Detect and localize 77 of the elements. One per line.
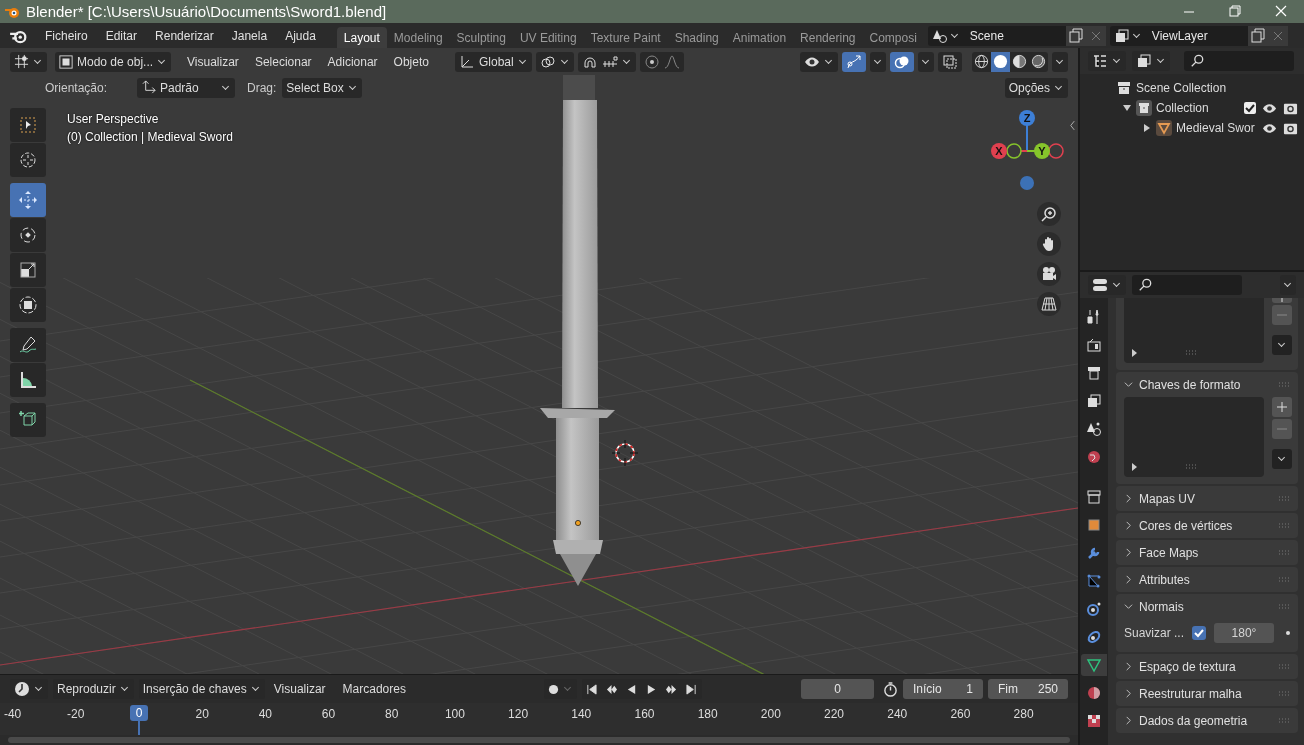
panel-header[interactable]: Normais [1116,594,1298,619]
menu-item[interactable]: Visualizar [269,682,334,697]
outliner-item[interactable]: Collection [1156,101,1209,115]
outliner-item[interactable]: Medieval Swor [1176,121,1255,135]
workspace-tab[interactable]: Layout [336,27,387,48]
menu-item[interactable]: Ajuda [276,28,325,43]
menu-item[interactable]: Marcadores [338,682,414,697]
gizmo-axis-handle[interactable]: Z [1019,110,1035,126]
panel-header[interactable]: Mapas UV [1116,486,1298,511]
gizmo-axis-handle[interactable]: X [991,143,1007,159]
window-title: Blender* [C:\Users\Usuário\Documents\Sword1.blend] [26,3,387,20]
workspace-tab[interactable]: Composi [862,27,924,48]
frame-number: 200 [760,707,781,722]
panel-title: Mapas UV [1139,491,1196,506]
menu-item[interactable]: Adicionar [323,54,386,69]
workspace-tab[interactable]: Sculpting [449,27,513,48]
frame-number: 220 [824,707,845,722]
gizmo-axis-handle[interactable]: Y [1034,143,1050,159]
panel-header[interactable]: Cores de vértices [1116,513,1298,538]
panel-header[interactable]: Attributes [1116,567,1298,592]
orientation-dropdown[interactable]: Padrão [137,77,235,98]
angle-field[interactable]: 180° [1214,623,1274,643]
workspace-tab[interactable]: Modeling [386,27,450,48]
playhead-frame[interactable]: 0 [129,705,149,722]
frame-number: 260 [950,707,971,722]
panel-header[interactable]: Espaço de textura [1116,654,1298,679]
viewport-info-text: (0) Collection | Medieval Sword [67,129,233,146]
frame-number: -20 [67,707,85,722]
viewport-info-text: User Perspective [67,111,160,128]
panel-header[interactable]: Dados da geometria [1116,708,1298,733]
panel-header[interactable]: Face Maps [1116,540,1298,565]
frame-number: 140 [571,707,592,722]
menu-item[interactable]: Renderizar [146,28,223,43]
frame-number: 100 [444,707,465,722]
menu-item[interactable]: Objeto [389,54,437,69]
frame-number: 180 [697,707,718,722]
panel-title: Face Maps [1139,545,1199,560]
mode-dropdown[interactable]: Modo de obj... [55,51,172,72]
start-frame-field[interactable]: Início 1 [903,679,983,700]
setting-label: Suavizar ... [1124,626,1184,640]
current-frame-field[interactable]: 0 [801,679,874,700]
workspace-tab[interactable]: Animation [725,27,794,48]
menu-item[interactable]: Janela [222,28,277,43]
end-frame-field[interactable]: Fim 250 [988,679,1068,700]
menu-dropdown[interactable]: Reproduzir [53,679,134,700]
panel-title: Chaves de formato [1139,377,1241,392]
workspace-tab[interactable]: UV Editing [512,27,584,48]
orientation-label: Orientação: [45,80,109,95]
frame-number: 160 [634,707,655,722]
menu-item[interactable]: Selecionar [250,54,320,69]
frame-number: -40 [3,707,22,722]
panel-title: Cores de vértices [1139,518,1233,533]
frame-number: 60 [321,707,336,722]
view-layer-field[interactable]: ViewLayer [1145,25,1248,46]
panel-title: Espaço de textura [1139,659,1236,674]
frame-number: 80 [385,707,399,722]
drag-label: Drag: [247,80,277,95]
frame-number: 280 [1013,707,1034,722]
menu-dropdown[interactable]: Inserção de chaves [138,679,265,700]
workspace-tab[interactable]: Rendering [793,27,863,48]
menu-item[interactable]: Ficheiro [36,28,97,43]
frame-number: 40 [258,707,272,722]
outliner-item[interactable]: Scene Collection [1136,81,1227,95]
workspace-tab[interactable]: Shading [667,27,726,48]
menu-item[interactable]: Visualizar [183,54,247,69]
frame-number: 20 [195,707,209,722]
panel-title: Normais [1139,599,1184,614]
panel-title: Dados da geometria [1139,713,1248,728]
drag-dropdown[interactable]: Select Box [282,77,362,98]
frame-number: 240 [887,707,908,722]
scene-name-field[interactable]: Scene [963,25,1066,46]
panel-title: Reestruturar malha [1139,686,1242,701]
menu-item[interactable]: Editar [96,28,147,43]
frame-number: 120 [508,707,529,722]
workspace-tab[interactable]: Texture Paint [583,27,668,48]
panel-title: Attributes [1139,572,1190,587]
panel-header[interactable]: Reestruturar malha [1116,681,1298,706]
